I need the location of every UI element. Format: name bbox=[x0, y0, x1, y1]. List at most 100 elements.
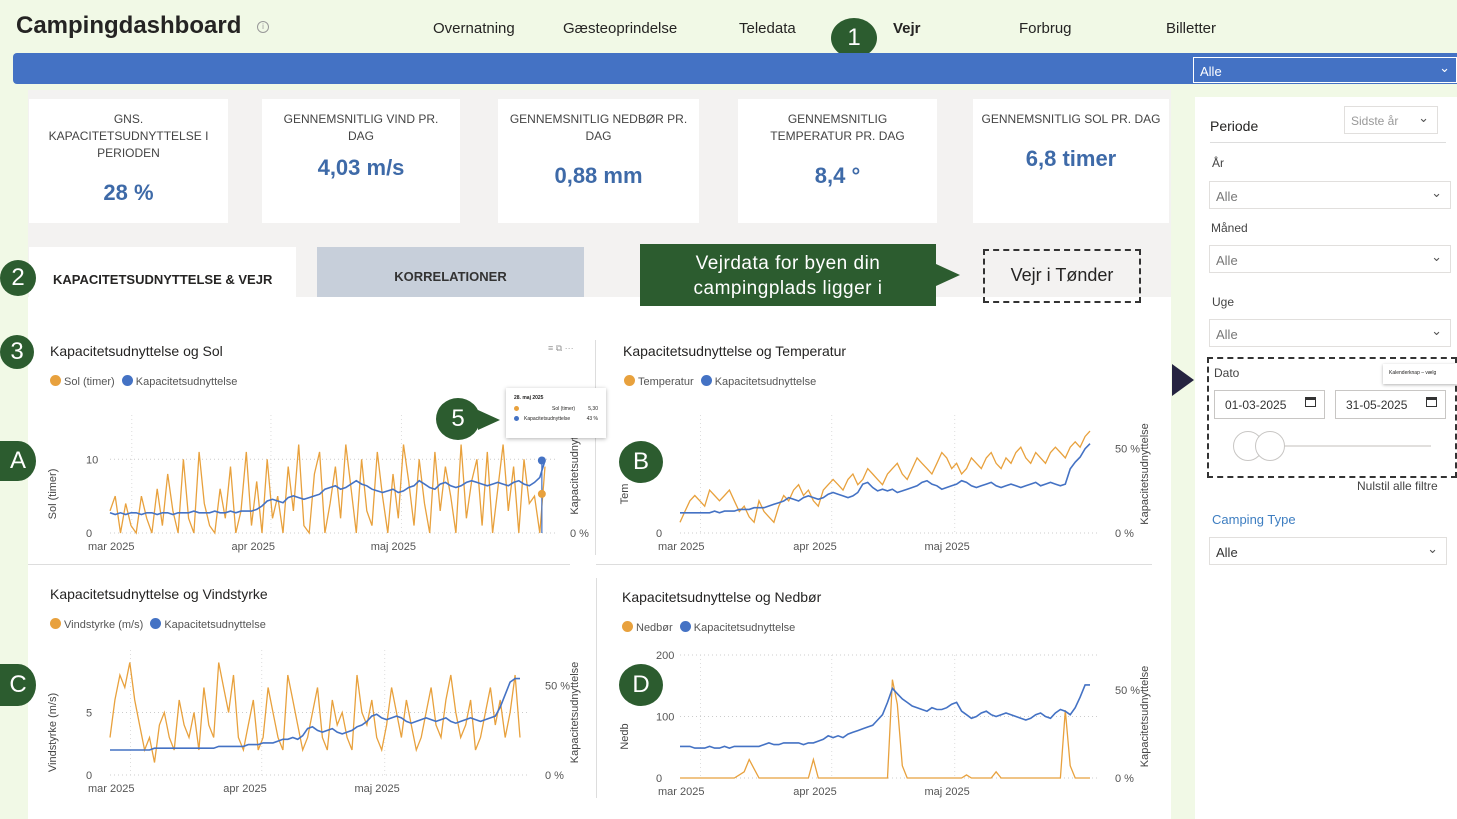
calendar-icon[interactable] bbox=[1305, 397, 1316, 407]
chart-d-legend: Nedbør Kapacitetsudnyttelse bbox=[622, 621, 795, 634]
nav-gaesteoprindelse[interactable]: Gæsteoprindelse bbox=[563, 20, 677, 37]
legend-label: Vindstyrke (m/s) bbox=[64, 619, 144, 631]
date-slider-handle-end[interactable] bbox=[1255, 431, 1285, 461]
chevron-down-icon: ⌄ bbox=[1431, 323, 1442, 338]
y-tick-label: 100 bbox=[656, 712, 674, 724]
chart-c-svg[interactable]: 5 0 50 % 0 % mar 2025 apr 2025 maj 2025 Vindsty… bbox=[30, 640, 595, 805]
badge-1: 1 bbox=[831, 18, 877, 58]
legend-label: Kapacitetsudnyttelse bbox=[135, 376, 238, 388]
chart-b-svg[interactable]: 0 50 % 0 % mar 2025 apr 2025 maj 2025 Tem Kapac… bbox=[600, 395, 1165, 560]
kpi-label: GENNEMSNITLIG TEMPERATUR PR. DAG bbox=[770, 112, 905, 143]
series-line-capacity bbox=[110, 677, 520, 751]
chart-d-svg[interactable]: 200 100 0 50 % 0 % mar 2025 apr 2025 maj 2025 Ne… bbox=[600, 640, 1165, 805]
badge-b: B bbox=[619, 441, 663, 483]
x-tick-label: mar 2025 bbox=[88, 783, 134, 795]
tab-korrelationer[interactable]: KORRELATIONER bbox=[317, 247, 584, 297]
vejr-location: Vejr i Tønder bbox=[983, 249, 1141, 303]
visual-header-icons[interactable]: ≡ ⧉ ⋯ bbox=[548, 343, 574, 354]
kpi-card-nedboer: GENNEMSNITLIG NEDBØR PR. DAG 0,88 mm bbox=[498, 99, 699, 223]
y2-tick-label: 0 % bbox=[570, 528, 589, 540]
badge-5-arrow bbox=[478, 410, 500, 430]
y2-axis-title: Kapacitetsudnyttelse bbox=[1139, 423, 1151, 525]
tooltip-date: 28. maj 2025 bbox=[514, 395, 544, 401]
badge-a: A bbox=[0, 441, 36, 481]
aar-select[interactable]: Alle ⌄ bbox=[1209, 181, 1451, 209]
x-tick-label: maj 2025 bbox=[925, 541, 970, 553]
y-tick-label: 10 bbox=[86, 454, 98, 466]
divider bbox=[595, 340, 596, 555]
x-tick-label: mar 2025 bbox=[658, 786, 704, 798]
chart-d-title: Kapacitetsudnyttelse og Nedbør bbox=[622, 589, 822, 605]
calendar-icon[interactable] bbox=[1426, 397, 1437, 407]
tab-kapacitet-vejr[interactable]: KAPACITETSUDNYTTELSE & VEJR bbox=[29, 247, 296, 297]
y-axis-title: Sol (timer) bbox=[47, 469, 59, 520]
chevron-down-icon: ⌄ bbox=[1439, 60, 1450, 75]
maaned-select[interactable]: Alle ⌄ bbox=[1209, 245, 1451, 273]
x-tick-label: apr 2025 bbox=[793, 541, 836, 553]
aar-value: Alle bbox=[1216, 189, 1238, 204]
aar-label: År bbox=[1212, 156, 1224, 170]
chart-a-legend: Sol (timer) Kapacitetsudnyttelse bbox=[50, 375, 237, 388]
y2-tick-label: 50 % bbox=[545, 681, 570, 693]
y-axis-title: Vindstyrke (m/s) bbox=[47, 693, 59, 772]
uge-select[interactable]: Alle ⌄ bbox=[1209, 319, 1451, 347]
y-tick-label: 200 bbox=[656, 650, 674, 662]
chart-b-legend: Temperatur Kapacitetsudnyttelse bbox=[624, 375, 816, 388]
info-icon[interactable]: i bbox=[257, 21, 269, 33]
kpi-label: GENNEMSNITLIG SOL PR. DAG bbox=[981, 112, 1161, 126]
x-tick-label: apr 2025 bbox=[223, 783, 266, 795]
top-filter-select[interactable]: Alle ⌄ bbox=[1193, 57, 1457, 83]
date-to-input[interactable]: 31-05-2025 bbox=[1335, 390, 1446, 419]
legend-label: Kapacitetsudnyttelse bbox=[714, 376, 817, 388]
maaned-value: Alle bbox=[1216, 253, 1238, 268]
nav-forbrug[interactable]: Forbrug bbox=[1019, 20, 1072, 37]
callout-arrow bbox=[936, 264, 960, 286]
maaned-label: Måned bbox=[1211, 221, 1248, 235]
nav-billetter[interactable]: Billetter bbox=[1166, 20, 1216, 37]
date-from-value: 01-03-2025 bbox=[1225, 398, 1287, 412]
divider bbox=[28, 564, 570, 565]
periode-label: Periode bbox=[1210, 118, 1259, 134]
legend-label: Kapacitetsudnyttelse bbox=[693, 622, 796, 634]
camping-type-value: Alle bbox=[1216, 545, 1238, 560]
series-line-weather bbox=[680, 679, 1090, 779]
nav-teledata[interactable]: Teledata bbox=[739, 20, 796, 37]
kpi-label: GENNEMSNITLIG VIND PR. DAG bbox=[283, 112, 439, 143]
chevron-down-icon: ⌄ bbox=[1418, 110, 1429, 125]
y2-tick-label: 50 % bbox=[1115, 444, 1140, 456]
y-tick-label: 0 bbox=[656, 528, 662, 540]
periode-value: Sidste år bbox=[1351, 114, 1399, 128]
y2-tick-label: 50 % bbox=[1115, 685, 1140, 697]
y-axis-title: Nedb bbox=[619, 723, 631, 749]
hover-point-capacity bbox=[537, 456, 546, 465]
divider bbox=[596, 564, 1152, 565]
y-tick-label: 0 bbox=[656, 773, 662, 785]
chart-a-title: Kapacitetsudnyttelse og Sol bbox=[50, 343, 223, 359]
y2-axis-title: Kapacitetsudnytt bbox=[569, 433, 581, 514]
reset-filters-link[interactable]: Nulstil alle filtre bbox=[1357, 479, 1438, 493]
kpi-value: 6,8 timer bbox=[1025, 146, 1117, 171]
chart-c-title: Kapacitetsudnyttelse og Vindstyrke bbox=[50, 586, 268, 602]
kpi-value: 28 % bbox=[103, 180, 154, 205]
x-tick-label: mar 2025 bbox=[658, 541, 704, 553]
nav-vejr[interactable]: Vejr bbox=[893, 20, 921, 37]
kpi-card-temperatur: GENNEMSNITLIG TEMPERATUR PR. DAG 8,4 ° bbox=[738, 99, 937, 223]
tooltip-row2-label: Kapacitetsudnyttelse bbox=[524, 416, 571, 422]
y-tick-label: 5 bbox=[86, 708, 92, 720]
camping-type-label: Camping Type bbox=[1212, 512, 1296, 527]
camping-type-select[interactable]: Alle ⌄ bbox=[1209, 537, 1447, 565]
chart-tooltip: 28. maj 2025 Sol (timer) 5,30 Kapacitetsu… bbox=[506, 388, 606, 438]
kpi-label: GENNEMSNITLIG NEDBØR PR. DAG bbox=[509, 112, 688, 143]
kpi-card-kapacitet: GNS. KAPACITETSUDNYTTELSE I PERIODEN 28 … bbox=[29, 99, 228, 223]
hover-point-sol bbox=[537, 489, 546, 498]
page-title: Campingdashboard bbox=[16, 12, 242, 39]
calendar-tooltip: Kalenderknap – vælg bbox=[1383, 364, 1457, 384]
divider bbox=[596, 578, 597, 798]
kpi-value: 0,88 mm bbox=[554, 163, 643, 188]
date-from-input[interactable]: 01-03-2025 bbox=[1214, 390, 1325, 419]
periode-select[interactable]: Sidste år ⌄ bbox=[1344, 106, 1438, 134]
kpi-card-vind: GENNEMSNITLIG VIND PR. DAG 4,03 m/s bbox=[262, 99, 460, 223]
y-tick-label: 0 bbox=[86, 770, 92, 782]
tooltip-row2-value: 43 % bbox=[586, 416, 598, 422]
nav-overnatning[interactable]: Overnatning bbox=[433, 20, 515, 37]
